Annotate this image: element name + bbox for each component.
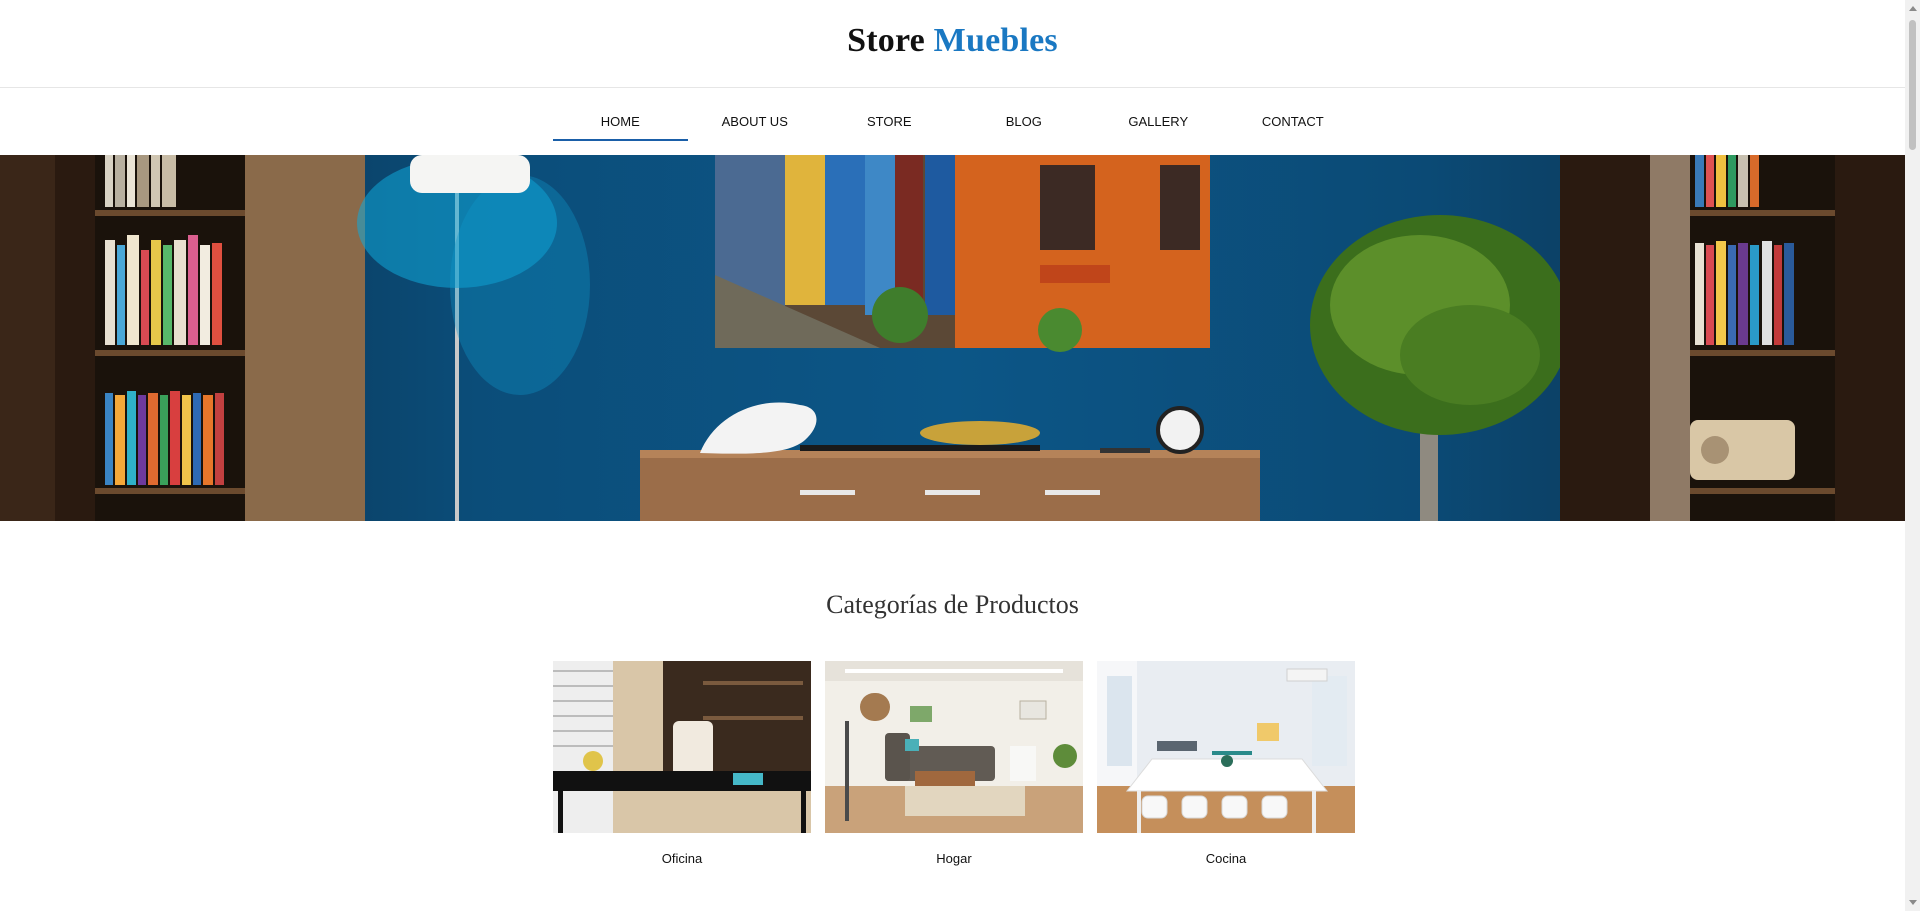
site-logo[interactable]: Store Muebles xyxy=(0,22,1905,60)
nav-about-us[interactable]: ABOUT US xyxy=(688,88,823,155)
logo-text-muebles: Muebles xyxy=(933,22,1058,59)
scroll-up-arrow-icon[interactable] xyxy=(1909,6,1917,11)
category-image-hogar[interactable] xyxy=(825,661,1083,833)
category-image-cocina[interactable] xyxy=(1097,661,1355,833)
nav-contact[interactable]: CONTACT xyxy=(1226,88,1361,155)
vertical-scrollbar[interactable] xyxy=(1905,0,1920,911)
category-card-cocina[interactable]: Cocina xyxy=(1097,661,1355,866)
hero-image xyxy=(0,155,1905,521)
site-header: Store Muebles xyxy=(0,0,1905,88)
scroll-down-arrow-icon[interactable] xyxy=(1909,900,1917,905)
category-card-oficina[interactable]: Oficina xyxy=(553,661,811,866)
section-title: Categorías de Productos xyxy=(826,590,1079,619)
category-label: Cocina xyxy=(1205,851,1247,866)
nav-store[interactable]: STORE xyxy=(822,88,957,155)
nav-gallery[interactable]: GALLERY xyxy=(1091,88,1226,155)
category-card-hogar[interactable]: Hogar xyxy=(825,661,1083,866)
nav-blog[interactable]: BLOG xyxy=(957,88,1092,155)
main-nav: HOME ABOUT US STORE BLOG GALLERY CONTACT xyxy=(553,88,1360,155)
logo-text-store: Store xyxy=(847,22,925,59)
scroll-thumb[interactable] xyxy=(1909,20,1916,150)
hero-banner xyxy=(0,155,1905,521)
category-image-oficina[interactable] xyxy=(553,661,811,833)
nav-home[interactable]: HOME xyxy=(553,88,688,155)
category-label: Hogar xyxy=(936,851,972,866)
category-cards: Oficina Hogar Cocina xyxy=(553,661,1355,866)
category-label: Oficina xyxy=(661,851,703,866)
page: Store Muebles HOME ABOUT US STORE BLOG G… xyxy=(0,0,1905,911)
